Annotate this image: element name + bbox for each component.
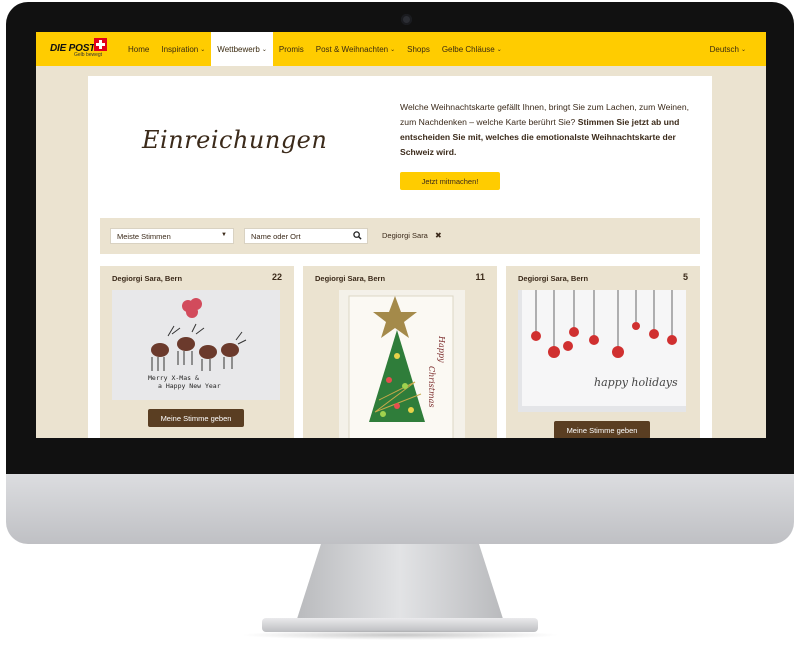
card-image[interactable]: Happy Christmas: [339, 290, 465, 438]
page-title: Einreichungen: [142, 126, 328, 154]
post-logo[interactable]: DIE POST Gelb bewegt: [50, 38, 110, 62]
chevron-down-icon: ⌄: [496, 46, 502, 53]
ornaments-card-illustration: happy holidays: [518, 290, 686, 412]
nav-item-label: Promis: [278, 44, 304, 54]
participate-button[interactable]: Jetzt mitmachen!: [400, 172, 500, 190]
chevron-down-icon: ⌄: [200, 46, 206, 53]
filter-bar: Meiste Stimmen ▼ Name oder Ort Degiorgi …: [100, 218, 700, 254]
nav-item-label: Gelbe Chläuse: [441, 44, 495, 54]
card-image-text: Merry X-Mas &: [148, 374, 199, 382]
nav-item-gelbe-chlaeuse[interactable]: Gelbe Chläuse ⌄: [436, 32, 508, 66]
nav-item-label: Post & Weihnachten: [315, 44, 389, 54]
card-image[interactable]: Merry X-Mas & a Happy New Year: [112, 290, 280, 400]
vote-count: 11: [475, 272, 485, 282]
vote-count: 22: [271, 272, 282, 282]
card-image-text: Christmas: [427, 366, 436, 407]
sort-select-value: Meiste Stimmen: [117, 232, 171, 241]
nav-item-shops[interactable]: Shops: [401, 32, 436, 66]
reindeer-card-illustration: Merry X-Mas & a Happy New Year: [112, 290, 280, 400]
submission-card: Degiorgi Sara, Bern 11 Happy Christmas: [303, 266, 497, 438]
nav-item-label: Inspiration: [161, 44, 199, 54]
vote-count: 5: [682, 272, 688, 282]
vote-button[interactable]: Meine Stimme geben: [554, 421, 650, 438]
card-author: Degiorgi Sara, Bern: [315, 274, 386, 283]
screen: DIE POST Gelb bewegt Home Inspiration ⌄ …: [36, 32, 766, 438]
webcam-icon: [401, 14, 412, 25]
search-icon[interactable]: [353, 231, 362, 242]
vote-button[interactable]: Meine Stimme geben: [148, 409, 244, 427]
card-author: Degiorgi Sara, Bern: [518, 274, 589, 283]
card-image-text: happy holidays: [594, 376, 678, 389]
close-icon[interactable]: ✖: [435, 231, 442, 240]
card-image-text: Happy: [437, 335, 446, 363]
christmas-tree-card-illustration: Happy Christmas: [339, 290, 465, 438]
chevron-down-icon: ⌄: [390, 46, 396, 53]
top-navigation: DIE POST Gelb bewegt Home Inspiration ⌄ …: [36, 32, 766, 66]
nav-item-inspiration[interactable]: Inspiration ⌄: [155, 32, 211, 66]
sort-select[interactable]: Meiste Stimmen ▼: [110, 228, 234, 244]
chevron-down-icon: ▼: [221, 232, 227, 238]
language-label: Deutsch: [709, 44, 739, 54]
monitor-stand: [296, 544, 504, 622]
logo-tagline: Gelb bewegt: [74, 52, 103, 58]
nav-item-label: Wettbewerb: [217, 44, 260, 54]
nav-item-label: Shops: [407, 44, 430, 54]
nav-menu: Home Inspiration ⌄ Wettbewerb ⌄ Promis P…: [122, 32, 508, 66]
card-image-text: a Happy New Year: [158, 382, 221, 390]
main-content: Einreichungen Welche Weihnachtskarte gef…: [88, 76, 712, 438]
stand-shadow: [240, 630, 560, 640]
language-switcher[interactable]: Deutsch ⌄: [710, 32, 746, 66]
chevron-down-icon: ⌄: [740, 46, 746, 53]
intro-text: Welche Weihnachtskarte gefällt Ihnen, br…: [400, 100, 690, 160]
nav-item-wettbewerb[interactable]: Wettbewerb ⌄: [211, 32, 273, 66]
swiss-cross-icon: [94, 38, 107, 51]
search-input[interactable]: Name oder Ort: [244, 228, 368, 244]
submission-card: Degiorgi Sara, Bern 5 happy holidays Mei…: [506, 266, 700, 438]
monitor-chin: [6, 474, 794, 544]
submission-card: Degiorgi Sara, Bern 22 Merry X-Mas & a H…: [100, 266, 294, 438]
chevron-down-icon: ⌄: [261, 46, 267, 53]
nav-item-promis[interactable]: Promis: [273, 32, 310, 66]
active-filter-label: Degiorgi Sara: [382, 231, 428, 240]
nav-item-label: Home: [128, 44, 150, 54]
imac-monitor: DIE POST Gelb bewegt Home Inspiration ⌄ …: [0, 0, 800, 649]
nav-item-post-weihnachten[interactable]: Post & Weihnachten ⌄: [310, 32, 401, 66]
nav-item-home[interactable]: Home: [122, 32, 155, 66]
card-author: Degiorgi Sara, Bern: [112, 274, 183, 283]
active-filter-tag[interactable]: Degiorgi Sara ✖: [382, 231, 442, 240]
search-placeholder: Name oder Ort: [251, 232, 301, 241]
card-image[interactable]: happy holidays: [518, 290, 686, 412]
